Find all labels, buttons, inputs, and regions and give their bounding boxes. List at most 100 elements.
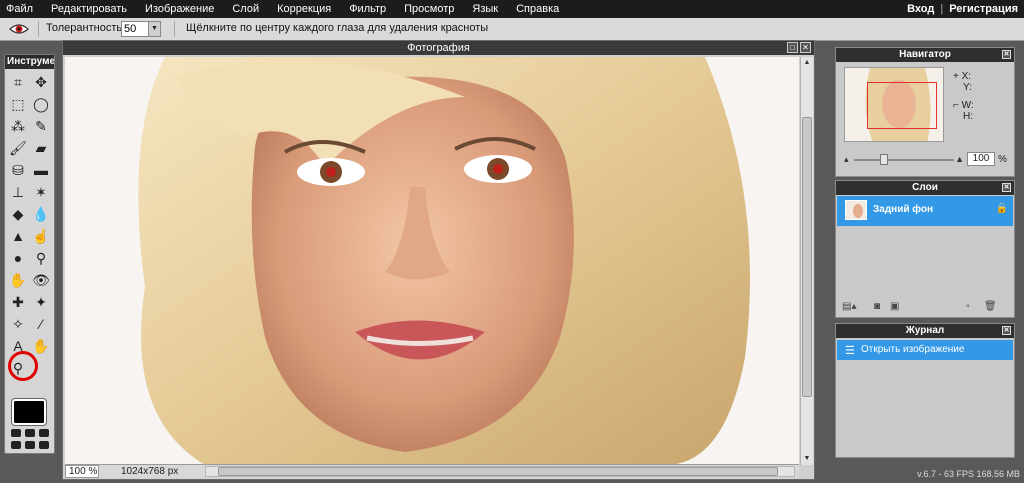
stamp-icon[interactable]: ⊥ [8, 182, 28, 202]
account-links: Вход | Регистрация [907, 0, 1018, 18]
view-mode-icon[interactable] [25, 441, 35, 449]
photo-canvas[interactable] [65, 57, 799, 465]
scroll-thumb[interactable] [218, 467, 778, 476]
close-icon[interactable]: ✕ [800, 42, 811, 53]
zoom-out-icon[interactable]: ▴ [844, 154, 849, 165]
shape-icon[interactable]: ◆ [8, 204, 28, 224]
new-folder-icon[interactable]: ▣ [890, 301, 899, 312]
zoom-slider[interactable]: ▴ ▲ [844, 151, 964, 167]
layers-panel: Слои ✕ Задний фон 🔒 ▤▴ ◙ ▣ ▫ 🗑 [835, 180, 1015, 318]
w-label: W: [961, 100, 974, 111]
navigator-header: Навигатор ✕ [836, 48, 1014, 62]
layers-header: Слои ✕ [836, 181, 1014, 195]
layer-mask-icon[interactable]: ◙ [874, 301, 880, 312]
pinch-icon[interactable]: ✧ [8, 314, 28, 334]
marquee-icon[interactable]: ⬚ [8, 94, 28, 114]
tolerance-select[interactable]: ▼ [121, 21, 161, 37]
image-dimensions: 1024x768 px [121, 466, 179, 477]
open-document-icon: ☰ [845, 345, 855, 357]
sharpen-icon[interactable]: ▲ [8, 226, 28, 246]
scroll-down-icon[interactable]: ▼ [802, 454, 812, 464]
view-mode-icon[interactable] [25, 429, 35, 437]
bloat-icon[interactable]: ✦ [31, 292, 51, 312]
menu-language[interactable]: Язык [463, 0, 507, 18]
menu-view[interactable]: Просмотр [395, 0, 463, 18]
spot-heal-icon[interactable]: ✚ [8, 292, 28, 312]
view-mode-icon[interactable] [11, 441, 21, 449]
zoom-slider-track[interactable] [854, 159, 954, 161]
portrait-image[interactable] [65, 57, 799, 465]
window-buttons: □ ✕ [787, 42, 811, 53]
menu-file[interactable]: Файл [0, 0, 42, 18]
options-separator [174, 21, 175, 37]
bucket-icon[interactable]: ⛁ [8, 160, 28, 180]
highlight-circle [8, 351, 38, 381]
lock-icon[interactable]: 🔒 [996, 203, 1008, 214]
navigator-viewport[interactable] [867, 82, 937, 129]
view-mode-buttons[interactable] [11, 429, 49, 451]
view-mode-icon[interactable] [11, 429, 21, 437]
scroll-up-icon[interactable]: ▲ [802, 58, 812, 68]
register-link[interactable]: Регистрация [949, 3, 1018, 15]
toolbox: Инструменты ⌗✥⬚◯⁂✎🖌▰⛁▬⊥✶◆💧▲☝●⚲✋👁✚✦✧⁄A✋⚲ [4, 54, 55, 454]
photo-titlebar[interactable]: Фотография □ ✕ [63, 41, 814, 55]
sponge-icon[interactable]: ● [8, 248, 28, 268]
zoom-slider-knob[interactable] [880, 154, 888, 165]
color-replace-icon[interactable]: ✶ [31, 182, 51, 202]
layer-item[interactable]: Задний фон 🔒 [837, 196, 1013, 226]
new-layer-icon[interactable]: ▫ [966, 301, 970, 312]
picker-icon[interactable]: ⁄ [31, 314, 51, 334]
navigator-preview[interactable] [844, 67, 944, 142]
foreground-color-swatch[interactable] [11, 398, 47, 426]
navigator-title: Навигатор [899, 49, 951, 60]
trash-icon[interactable]: 🗑 [984, 301, 997, 312]
view-mode-icon[interactable] [39, 429, 49, 437]
pencil-icon[interactable]: ✎ [31, 116, 51, 136]
menu-adjustment[interactable]: Коррекция [268, 0, 340, 18]
close-icon[interactable]: ✕ [1002, 183, 1011, 192]
layers-title: Слои [912, 182, 938, 193]
red-eye-icon[interactable]: 👁 [31, 270, 51, 290]
gradient-icon[interactable]: ▬ [31, 160, 51, 180]
horizontal-scrollbar[interactable] [205, 466, 795, 477]
zoom-field[interactable]: 100 % [65, 465, 99, 478]
crop-icon[interactable]: ⌗ [8, 72, 28, 92]
crosshair-icon: + [953, 71, 959, 82]
close-icon[interactable]: ✕ [1002, 326, 1011, 335]
toolbox-title: Инструменты [5, 55, 54, 69]
history-item-label: Открыть изображение [861, 344, 965, 355]
zoom-percent-label: % [998, 154, 1007, 165]
tolerance-input[interactable] [122, 22, 148, 36]
hand-icon[interactable]: ✋ [31, 336, 51, 356]
layer-style-icon[interactable]: ▤▴ [842, 301, 856, 312]
chevron-down-icon[interactable]: ▼ [148, 22, 160, 36]
main-menu: Файл Редактировать Изображение Слой Корр… [0, 0, 568, 18]
menu-image[interactable]: Изображение [136, 0, 223, 18]
login-link[interactable]: Вход [907, 3, 934, 15]
move-icon[interactable]: ✥ [31, 72, 51, 92]
scroll-thumb[interactable] [802, 117, 812, 397]
layer-thumbnail-image [846, 201, 866, 219]
blur-icon[interactable]: 💧 [31, 204, 51, 224]
lasso-icon[interactable]: ◯ [31, 94, 51, 114]
smudge-icon[interactable]: ☝ [31, 226, 51, 246]
navigator-zoom-input[interactable]: 100 [967, 152, 995, 166]
vertical-scrollbar[interactable]: ▲ ▼ [800, 57, 813, 465]
maximize-icon[interactable]: □ [787, 42, 798, 53]
dodge-icon[interactable]: ⚲ [31, 248, 51, 268]
menu-help[interactable]: Справка [507, 0, 568, 18]
zoom-value: 100 [69, 466, 86, 477]
history-item[interactable]: ☰ Открыть изображение [837, 340, 1013, 360]
menu-layer[interactable]: Слой [223, 0, 268, 18]
magic-wand-icon[interactable]: ⁂ [8, 116, 28, 136]
close-icon[interactable]: ✕ [1002, 50, 1011, 59]
burn-icon[interactable]: ✋ [8, 270, 28, 290]
brush-icon[interactable]: 🖌 [8, 138, 28, 158]
menu-filter[interactable]: Фильтр [340, 0, 395, 18]
eraser-icon[interactable]: ▰ [31, 138, 51, 158]
view-mode-icon[interactable] [39, 441, 49, 449]
zoom-in-icon[interactable]: ▲ [955, 154, 964, 164]
zoom-unit: % [88, 466, 98, 477]
menu-edit[interactable]: Редактировать [42, 0, 136, 18]
photo-window: Фотография □ ✕ ▲ ▼ 100 % 1024x768 px [62, 40, 815, 480]
